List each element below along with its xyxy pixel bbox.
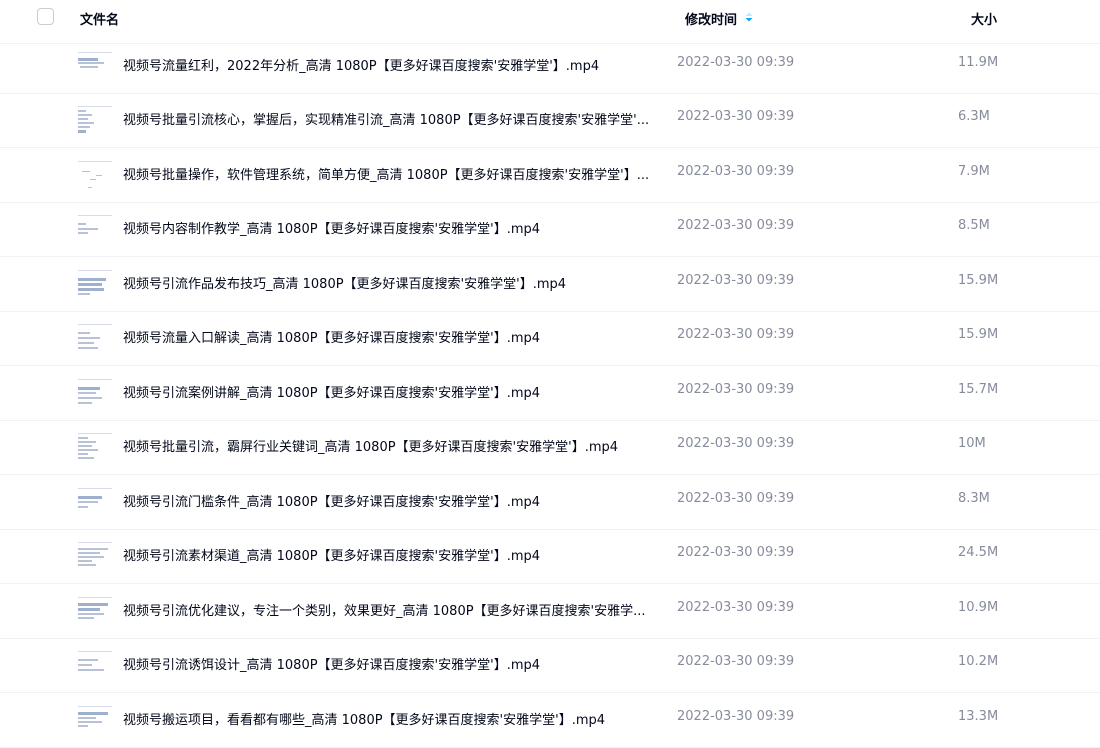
file-name[interactable]: 视频号引流门槛条件_高清 1080P【更多好课百度搜索'安雅学堂'】.mp4 [123,491,540,510]
column-header-size[interactable]: 大小 [971,9,997,28]
file-row[interactable]: 视频号引流门槛条件_高清 1080P【更多好课百度搜索'安雅学堂'】.mp4 20… [0,476,1100,530]
column-header-name[interactable]: 文件名 [80,9,119,28]
file-row[interactable]: 视频号批量引流，霸屏行业关键词_高清 1080P【更多好课百度搜索'安雅学堂'】… [0,421,1100,475]
file-name[interactable]: 视频号引流诱饵设计_高清 1080P【更多好课百度搜索'安雅学堂'】.mp4 [123,654,540,673]
file-size: 10.2M [958,654,999,669]
column-header-modified-time[interactable]: 修改时间 [685,9,737,28]
video-thumbnail-icon [78,706,112,738]
file-size: 10.9M [958,600,999,615]
file-modified-time: 2022-03-30 09:39 [677,654,795,669]
file-name[interactable]: 视频号批量引流核心，掌握后，实现精准引流_高清 1080P【更多好课百度搜索'安… [123,109,649,128]
file-modified-time: 2022-03-30 09:39 [677,273,795,288]
file-size: 11.9M [958,55,999,70]
video-thumbnail-icon [78,52,112,84]
file-size: 15.9M [958,273,999,288]
file-row[interactable]: 视频号引流素材渠道_高清 1080P【更多好课百度搜索'安雅学堂'】.mp4 20… [0,530,1100,584]
select-all-checkbox[interactable] [37,8,54,25]
file-modified-time: 2022-03-30 09:39 [677,545,795,560]
file-modified-time: 2022-03-30 09:39 [677,382,795,397]
file-size: 15.9M [958,327,999,342]
file-name[interactable]: 视频号内容制作教学_高清 1080P【更多好课百度搜索'安雅学堂'】.mp4 [123,218,540,237]
file-name[interactable]: 视频号流量红利，2022年分析_高清 1080P【更多好课百度搜索'安雅学堂'】… [123,55,599,74]
file-size: 8.3M [958,491,990,506]
file-row[interactable]: 视频号批量引流核心，掌握后，实现精准引流_高清 1080P【更多好课百度搜索'安… [0,94,1100,148]
file-name[interactable]: 视频号引流作品发布技巧_高清 1080P【更多好课百度搜索'安雅学堂'】.mp4 [123,273,566,292]
file-list-header: 文件名 修改时间 大小 [0,0,1100,44]
file-row[interactable]: 视频号引流作品发布技巧_高清 1080P【更多好课百度搜索'安雅学堂'】.mp4… [0,258,1100,312]
video-thumbnail-icon [78,324,112,356]
file-row[interactable]: 视频号搬运项目，看看都有哪些_高清 1080P【更多好课百度搜索'安雅学堂'】.… [0,694,1100,748]
video-thumbnail-icon [78,379,112,411]
file-name[interactable]: 视频号批量操作，软件管理系统，简单方便_高清 1080P【更多好课百度搜索'安雅… [123,164,649,183]
file-name[interactable]: 视频号搬运项目，看看都有哪些_高清 1080P【更多好课百度搜索'安雅学堂'】.… [123,709,605,728]
video-thumbnail-icon [78,106,112,138]
file-size: 7.9M [958,164,990,179]
file-name[interactable]: 视频号引流优化建议，专注一个类别，效果更好_高清 1080P【更多好课百度搜索'… [123,600,646,619]
file-row[interactable]: 视频号内容制作教学_高清 1080P【更多好课百度搜索'安雅学堂'】.mp4 20… [0,203,1100,257]
file-row[interactable]: 视频号流量入口解读_高清 1080P【更多好课百度搜索'安雅学堂'】.mp4 20… [0,312,1100,366]
video-thumbnail-icon [78,270,112,302]
file-modified-time: 2022-03-30 09:39 [677,709,795,724]
video-thumbnail-icon [78,433,112,465]
file-row[interactable]: 视频号引流诱饵设计_高清 1080P【更多好课百度搜索'安雅学堂'】.mp4 20… [0,639,1100,693]
file-modified-time: 2022-03-30 09:39 [677,600,795,615]
file-modified-time: 2022-03-30 09:39 [677,109,795,124]
file-size: 15.7M [958,382,999,397]
video-thumbnail-icon [78,651,112,683]
file-modified-time: 2022-03-30 09:39 [677,327,795,342]
file-row[interactable]: 视频号引流案例讲解_高清 1080P【更多好课百度搜索'安雅学堂'】.mp4 20… [0,367,1100,421]
file-modified-time: 2022-03-30 09:39 [677,436,795,451]
file-size: 24.5M [958,545,999,560]
video-thumbnail-icon [78,215,112,247]
video-thumbnail-icon [78,161,112,193]
file-row[interactable]: 视频号流量红利，2022年分析_高清 1080P【更多好课百度搜索'安雅学堂'】… [0,40,1100,94]
file-name[interactable]: 视频号引流素材渠道_高清 1080P【更多好课百度搜索'安雅学堂'】.mp4 [123,545,540,564]
file-modified-time: 2022-03-30 09:39 [677,55,795,70]
file-row[interactable]: 视频号引流优化建议，专注一个类别，效果更好_高清 1080P【更多好课百度搜索'… [0,585,1100,639]
file-name[interactable]: 视频号批量引流，霸屏行业关键词_高清 1080P【更多好课百度搜索'安雅学堂'】… [123,436,618,455]
file-size: 6.3M [958,109,990,124]
file-size: 10M [958,436,986,451]
file-name[interactable]: 视频号流量入口解读_高清 1080P【更多好课百度搜索'安雅学堂'】.mp4 [123,327,540,346]
file-modified-time: 2022-03-30 09:39 [677,491,795,506]
video-thumbnail-icon [78,597,112,629]
file-size: 8.5M [958,218,990,233]
file-name[interactable]: 视频号引流案例讲解_高清 1080P【更多好课百度搜索'安雅学堂'】.mp4 [123,382,540,401]
file-size: 13.3M [958,709,999,724]
file-row[interactable]: 视频号批量操作，软件管理系统，简单方便_高清 1080P【更多好课百度搜索'安雅… [0,149,1100,203]
file-modified-time: 2022-03-30 09:39 [677,164,795,179]
video-thumbnail-icon [78,488,112,520]
file-modified-time: 2022-03-30 09:39 [677,218,795,233]
video-thumbnail-icon [78,542,112,574]
sort-descending-icon[interactable] [744,12,754,22]
